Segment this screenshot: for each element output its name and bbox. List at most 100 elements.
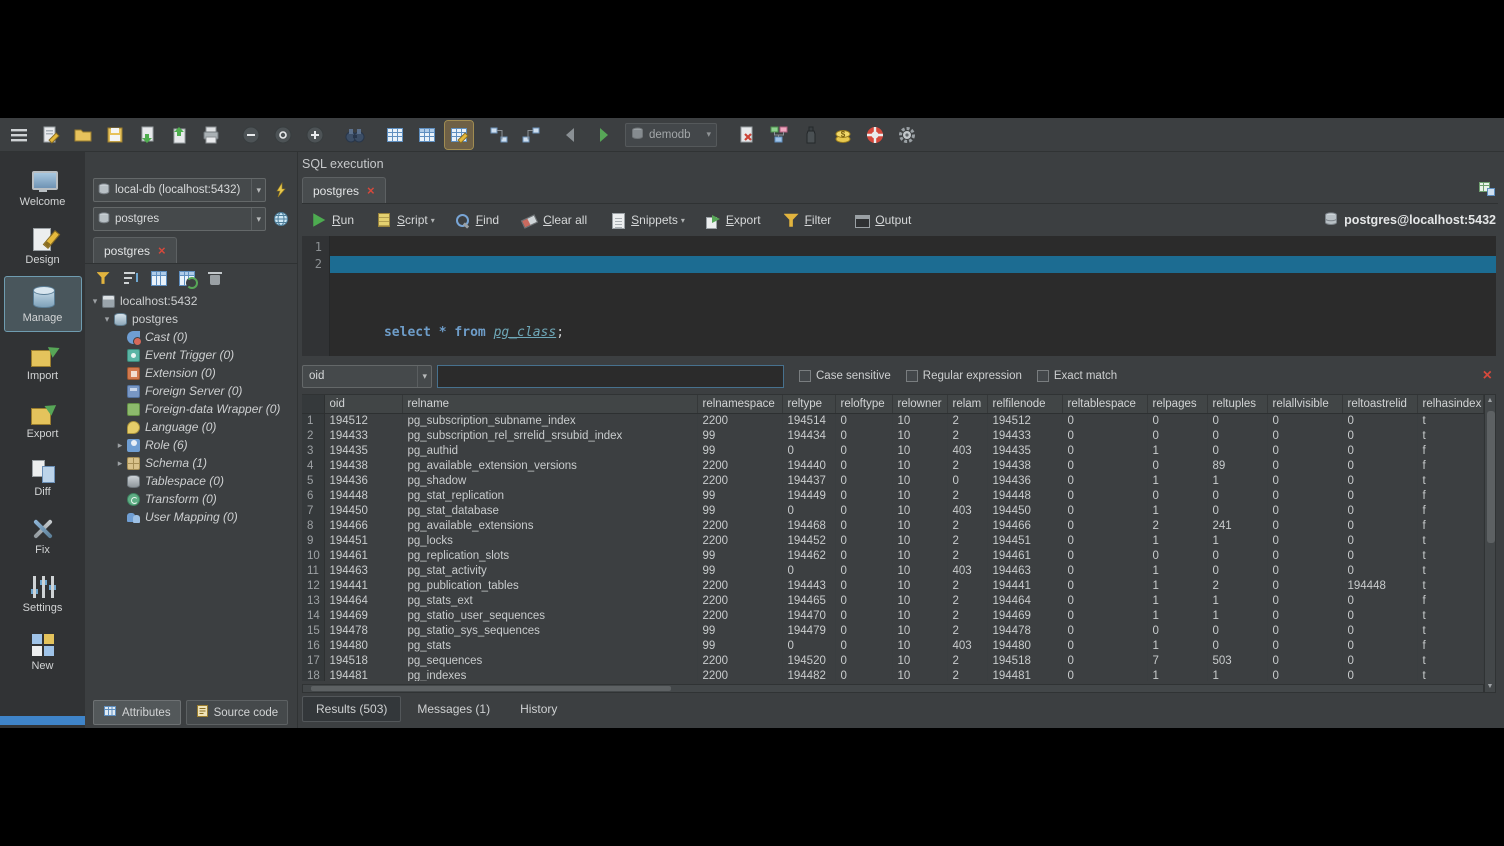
table-cell[interactable]: 194469 — [324, 608, 402, 623]
table-cell[interactable]: 194512 — [987, 413, 1062, 428]
table-row[interactable]: 12 194441 pg_publication_tables 2200 194… — [302, 578, 1484, 593]
open-folder-icon[interactable] — [69, 121, 97, 149]
table-cell[interactable]: 194451 — [324, 533, 402, 548]
vertical-scrollbar-thumb[interactable] — [1487, 411, 1495, 543]
table-cell[interactable]: 0 — [1267, 473, 1342, 488]
table-cell[interactable]: 0 — [1342, 593, 1417, 608]
table-cell[interactable]: 0 — [1062, 578, 1147, 593]
table-cell[interactable]: pg_replication_slots — [402, 548, 697, 563]
zoom-in-icon[interactable] — [301, 121, 329, 149]
table-cell[interactable]: 194435 — [987, 443, 1062, 458]
checkbox[interactable] — [799, 370, 811, 382]
close-filter-icon[interactable]: × — [1483, 368, 1492, 384]
table-cell[interactable]: 2200 — [697, 668, 782, 681]
table-cell[interactable]: 10 — [892, 563, 947, 578]
filter-option[interactable]: Case sensitive — [799, 370, 891, 382]
table-cell[interactable]: 1 — [1207, 533, 1267, 548]
table-cell[interactable]: 1 — [1207, 608, 1267, 623]
table-cell[interactable]: 0 — [1062, 518, 1147, 533]
table-cell[interactable]: 2 — [947, 578, 987, 593]
table-cell[interactable]: 0 — [1062, 443, 1147, 458]
table-cell[interactable]: 0 — [1207, 638, 1267, 653]
table-cell[interactable]: 194482 — [782, 668, 835, 681]
table-cell[interactable]: 2 — [947, 593, 987, 608]
column-header[interactable]: reltoastrelid — [1342, 395, 1417, 413]
table-cell[interactable]: 0 — [1267, 608, 1342, 623]
table-cell[interactable]: 2 — [947, 653, 987, 668]
table-cell[interactable]: 10 — [892, 623, 947, 638]
nav-item-settings[interactable]: Settings — [4, 566, 82, 622]
table-cell[interactable]: 99 — [697, 548, 782, 563]
table-cell[interactable]: 0 — [1267, 638, 1342, 653]
table-cell[interactable]: 0 — [1207, 548, 1267, 563]
table-cell[interactable]: 2200 — [697, 518, 782, 533]
table-cell[interactable]: 1 — [1147, 668, 1207, 681]
database-select[interactable]: demodb ▾ — [625, 123, 717, 147]
table-cell[interactable]: 0 — [1342, 563, 1417, 578]
table-row[interactable]: 5 194436 pg_shadow 2200 194437 0 10 0 19… — [302, 473, 1484, 488]
table-cell[interactable]: 99 — [697, 503, 782, 518]
table-cell[interactable]: 194461 — [324, 548, 402, 563]
table-cell[interactable]: 194481 — [987, 668, 1062, 681]
attributes-button[interactable]: Attributes — [93, 700, 181, 725]
source-code-button[interactable]: Source code — [186, 700, 289, 725]
tree-expander-icon[interactable]: ▸ — [114, 440, 126, 451]
editor-code-area[interactable]: select * from pg_class; — [330, 236, 1496, 356]
table-cell[interactable]: 0 — [1062, 668, 1147, 681]
table-cell[interactable]: 2200 — [697, 578, 782, 593]
table-cell[interactable]: 194466 — [987, 518, 1062, 533]
row-number[interactable]: 11 — [302, 563, 324, 578]
table-cell[interactable]: pg_stats — [402, 638, 697, 653]
table-cell[interactable]: 0 — [1062, 593, 1147, 608]
vertical-scrollbar[interactable]: ▲ ▼ — [1484, 394, 1496, 693]
table-cell[interactable]: t — [1417, 413, 1484, 428]
table-cell[interactable]: f — [1417, 593, 1484, 608]
nav-item-welcome[interactable]: Welcome — [4, 160, 82, 216]
table-cell[interactable]: 194448 — [987, 488, 1062, 503]
relationship-icon[interactable] — [485, 121, 513, 149]
table-cell[interactable]: 194450 — [987, 503, 1062, 518]
tree-item[interactable]: Foreign Server (0) — [87, 382, 295, 400]
output-button[interactable]: Output — [845, 210, 923, 231]
table-cell[interactable]: 0 — [1207, 443, 1267, 458]
table-cell[interactable]: 194436 — [987, 473, 1062, 488]
result-tab[interactable]: Results (503) — [302, 696, 401, 722]
table-cell[interactable]: 503 — [1207, 653, 1267, 668]
table-cell[interactable]: 89 — [1207, 458, 1267, 473]
table-edit-icon[interactable] — [445, 121, 473, 149]
column-header[interactable]: relowner — [892, 395, 947, 413]
table-cell[interactable]: 194450 — [324, 503, 402, 518]
table-cell[interactable]: 0 — [1267, 668, 1342, 681]
table-columns-icon[interactable] — [147, 267, 171, 289]
table-cell[interactable]: 0 — [1207, 563, 1267, 578]
column-header[interactable]: relname — [402, 395, 697, 413]
new-editor-icon[interactable] — [1476, 178, 1498, 200]
table-cell[interactable]: 2200 — [697, 473, 782, 488]
table-cell[interactable]: 1 — [1147, 563, 1207, 578]
script-button[interactable]: Script ▾ — [368, 210, 444, 230]
table-cell[interactable]: 194462 — [782, 548, 835, 563]
tree-item[interactable]: Language (0) — [87, 418, 295, 436]
table-cell[interactable]: 2200 — [697, 593, 782, 608]
table-cell[interactable]: 0 — [835, 548, 892, 563]
table-cell[interactable]: 0 — [1062, 533, 1147, 548]
table-cell[interactable]: 2 — [947, 458, 987, 473]
run-button[interactable]: Run — [302, 210, 366, 231]
table-cell[interactable]: 99 — [697, 488, 782, 503]
table-cell[interactable]: 0 — [1342, 533, 1417, 548]
table-cell[interactable]: 0 — [835, 503, 892, 518]
print-icon[interactable] — [197, 121, 225, 149]
column-header[interactable]: relpages — [1147, 395, 1207, 413]
table-cell[interactable]: 1 — [1207, 473, 1267, 488]
table-cell[interactable]: pg_statio_user_sequences — [402, 608, 697, 623]
table-cell[interactable]: 0 — [1207, 428, 1267, 443]
row-number[interactable]: 9 — [302, 533, 324, 548]
table-cell[interactable]: 0 — [1267, 428, 1342, 443]
table-view-icon[interactable] — [381, 121, 409, 149]
table-cell[interactable]: 0 — [1147, 428, 1207, 443]
row-number[interactable]: 2 — [302, 428, 324, 443]
table-cell[interactable]: 194481 — [324, 668, 402, 681]
tree-expander-icon[interactable]: ▾ — [89, 296, 101, 307]
table-row[interactable]: 6 194448 pg_stat_replication 99 194449 0… — [302, 488, 1484, 503]
table-cell[interactable]: 10 — [892, 443, 947, 458]
